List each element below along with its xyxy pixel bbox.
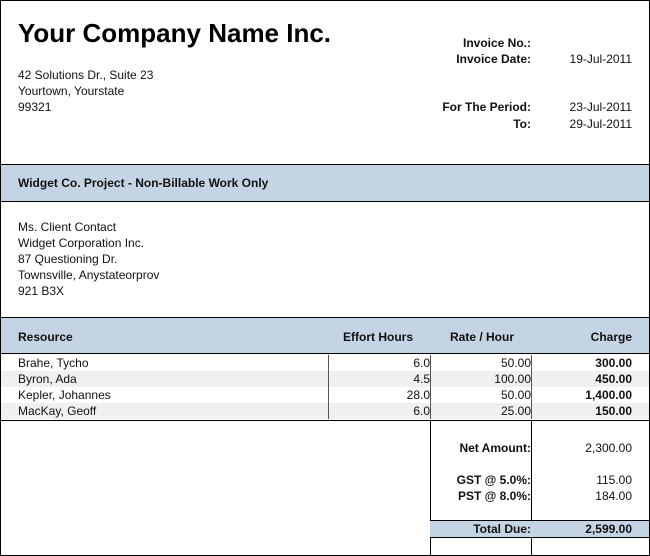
gst-value: 115.00 [596,473,632,487]
cell-resource: Brahe, Tycho [18,356,89,370]
cell-rate: 50.00 [500,388,531,402]
cell-resource: Kepler, Johannes [18,388,111,402]
cell-hours: 4.5 [413,372,430,386]
table-row: Brahe, Tycho 6.0 50.00 300.00 [1,355,649,371]
project-title: Widget Co. Project - Non-Billable Work O… [18,176,269,190]
period-label: For The Period: [442,100,531,114]
column-divider [430,355,431,419]
client-line-2: Widget Corporation Inc. [18,236,145,250]
cell-resource: Byron, Ada [18,372,77,386]
net-amount-label: Net Amount: [459,441,531,455]
header-resource: Resource [18,330,73,344]
cell-charge: 150.00 [595,404,632,418]
cell-charge: 1,400.00 [585,388,632,402]
header-charge: Charge [590,330,632,344]
client-line-1: Ms. Client Contact [18,220,117,234]
gst-label: GST @ 5.0%: [456,473,531,487]
column-divider [328,355,329,419]
cell-hours: 28.0 [406,388,430,402]
table-row: Kepler, Johannes 28.0 50.00 1,400.00 [1,387,649,403]
company-name: Your Company Name Inc. [18,18,332,48]
period-from-value: 23-Jul-2011 [569,100,632,114]
net-amount-value: 2,300.00 [585,441,632,455]
header-hours: Effort Hours [343,330,413,344]
header-rate: Rate / Hour [449,330,514,344]
cell-hours: 6.0 [413,404,430,418]
client-line-5: 921 B3X [18,284,65,298]
invoice-page: Your Company Name Inc. 42 Solutions Dr.,… [0,0,650,556]
column-divider [531,355,532,419]
total-due-value: 2,599.00 [585,522,632,536]
cell-hours: 6.0 [413,356,430,370]
pst-label: PST @ 8.0%: [457,489,531,503]
cell-resource: MacKay, Geoff [18,404,97,418]
cell-rate: 100.00 [494,372,531,386]
period-to-value: 29-Jul-2011 [569,117,632,131]
invoice-number-label: Invoice No.: [462,36,531,50]
invoice-date-value: 19-Jul-2011 [569,52,632,66]
table-row: MacKay, Geoff 6.0 25.00 150.00 [1,403,649,419]
table-bottom-rule [1,420,649,421]
pst-value: 184.00 [595,489,632,503]
table-row: Byron, Ada 4.5 100.00 450.00 [1,371,649,387]
company-address-line-2: Yourtown, Yourstate [18,84,125,98]
invoice-date-label: Invoice Date: [456,52,531,66]
total-due-label: Total Due: [473,522,531,536]
company-address-line-3: 99321 [18,100,52,114]
cell-rate: 25.00 [500,404,531,418]
client-line-4: Townsville, Anystateorprov [18,268,160,282]
cell-charge: 300.00 [595,356,632,370]
cell-rate: 50.00 [500,356,531,370]
company-address-line-1: 42 Solutions Dr., Suite 23 [18,68,154,82]
cell-charge: 450.00 [595,372,632,386]
client-line-3: 87 Questioning Dr. [18,252,118,266]
table-header-band [1,317,649,354]
period-to-label: To: [513,117,531,131]
